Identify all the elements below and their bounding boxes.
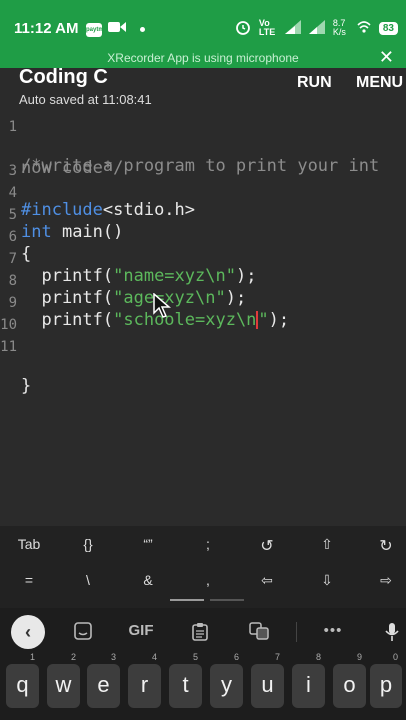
autosave-status: Auto saved at 11:08:41 (19, 92, 152, 107)
volte-label: Vo LTE (258, 18, 276, 37)
code-line: 1 /*write a program to print your int (0, 116, 380, 176)
notification-dot-icon (140, 27, 145, 32)
line-number: 4 (8, 185, 17, 201)
symbol-equals[interactable]: = (25, 572, 33, 588)
symbol-ampersand[interactable]: & (143, 572, 152, 588)
code-line: 4 int main() (0, 182, 124, 242)
code-editor[interactable]: 1 /*write a program to print your int no… (0, 116, 406, 526)
key-i[interactable]: 8i (292, 652, 325, 708)
menu-button[interactable]: MENU (356, 74, 403, 92)
clipboard-icon[interactable] (192, 622, 208, 645)
gif-button[interactable]: GIF (129, 622, 154, 639)
arrow-right-icon[interactable]: ⇨ (380, 572, 392, 589)
key-t[interactable]: 5t (169, 652, 202, 708)
symbol-toolbar: Tab {} “” ; ↺ ⇧ ↻ = \ & , ⇦ ⇩ ⇨ (0, 526, 406, 608)
symbol-comma[interactable]: , (206, 572, 210, 588)
line-number: 5 (8, 207, 17, 223)
symbol-backslash[interactable]: \ (86, 572, 90, 588)
key-u[interactable]: 7u (251, 652, 284, 708)
arrow-down-icon[interactable]: ⇩ (321, 572, 333, 589)
code-text: printf("age=xyz\n"); (21, 288, 247, 308)
key-w[interactable]: 2w (47, 652, 80, 708)
arrow-left-icon[interactable]: ⇦ (261, 572, 273, 589)
code-line: 8 printf("schoole=xyz\n "); (0, 270, 290, 330)
key-e[interactable]: 3e (87, 652, 120, 708)
shift-icon[interactable]: ⇧ (321, 536, 333, 553)
run-button[interactable]: RUN (297, 74, 332, 92)
line-number: 9 (8, 295, 17, 311)
code-text: #include<stdio.h> (21, 200, 196, 220)
code-line: 6 printf("name=xyz\n"); (0, 226, 257, 286)
symbol-quotes[interactable]: “” (143, 536, 152, 552)
code-line: 3 #include<stdio.h> (0, 160, 195, 220)
file-title: Coding C (19, 66, 108, 88)
alarm-icon (235, 19, 251, 37)
line-number: 3 (8, 163, 17, 179)
battery-indicator: 83 (378, 21, 398, 35)
code-line: 11 } (0, 336, 41, 396)
code-line: 10 (0, 314, 41, 336)
line-number: 8 (8, 273, 17, 289)
line-number: 1 (8, 119, 17, 135)
key-q[interactable]: 1q (6, 652, 39, 708)
app-header: Coding C Auto saved at 11:08:41 RUN MENU (0, 66, 406, 114)
key-o[interactable]: 9o (333, 652, 366, 708)
more-options-icon[interactable]: ••• (324, 622, 343, 639)
key-r[interactable]: 4r (128, 652, 161, 708)
key-y[interactable]: 6y (210, 652, 243, 708)
symbol-tab[interactable]: Tab (18, 536, 41, 552)
page-indicator (210, 599, 244, 601)
key-p[interactable]: 0p (370, 652, 402, 708)
divider (296, 622, 297, 642)
undo-icon[interactable]: ↺ (260, 536, 273, 556)
mouse-pointer-icon (153, 292, 172, 324)
signal-1-icon (284, 20, 301, 36)
keyboard-toolbar: ‹ GIF ••• (0, 608, 406, 658)
signal-2-icon (308, 20, 325, 36)
video-camera-icon (108, 20, 126, 39)
microphone-icon[interactable] (385, 622, 399, 646)
page-indicator-active (170, 599, 204, 601)
code-line: 5 { (0, 204, 41, 264)
symbol-braces[interactable]: {} (83, 536, 92, 552)
notification-icons: paytm (86, 20, 145, 39)
redo-icon[interactable]: ↻ (379, 536, 392, 556)
status-bar: 11:12 AM paytm Vo LTE 8.7 K/s 83 XRecord… (0, 0, 406, 68)
code-line: 9 (0, 292, 41, 314)
recording-notice: XRecorder App is using microphone (107, 51, 299, 65)
code-line: now code*/ (0, 138, 123, 178)
code-text: } (21, 376, 32, 396)
status-right-icons: Vo LTE 8.7 K/s 83 (235, 19, 398, 37)
sticker-icon[interactable] (74, 622, 92, 644)
chevron-left-icon[interactable]: ‹ (11, 615, 45, 649)
line-number: 10 (0, 317, 17, 333)
line-number: 7 (8, 251, 17, 267)
close-icon[interactable]: ✕ (379, 47, 394, 68)
line-number: 11 (0, 339, 17, 355)
paytm-icon: paytm (86, 22, 104, 37)
symbol-semicolon[interactable]: ; (206, 536, 210, 552)
line-number: 6 (8, 229, 17, 245)
code-line: 7 printf("age=xyz\n"); (0, 248, 247, 308)
status-time: 11:12 AM (14, 20, 79, 37)
wifi-icon (357, 20, 371, 36)
translate-icon[interactable] (249, 622, 269, 644)
code-text: printf("name=xyz\n"); (21, 266, 257, 286)
net-speed: 8.7 K/s (332, 18, 346, 37)
keyboard-row: 1q 2w 3e 4r 5t 6y 7u 8i 9o 0p (0, 652, 406, 720)
